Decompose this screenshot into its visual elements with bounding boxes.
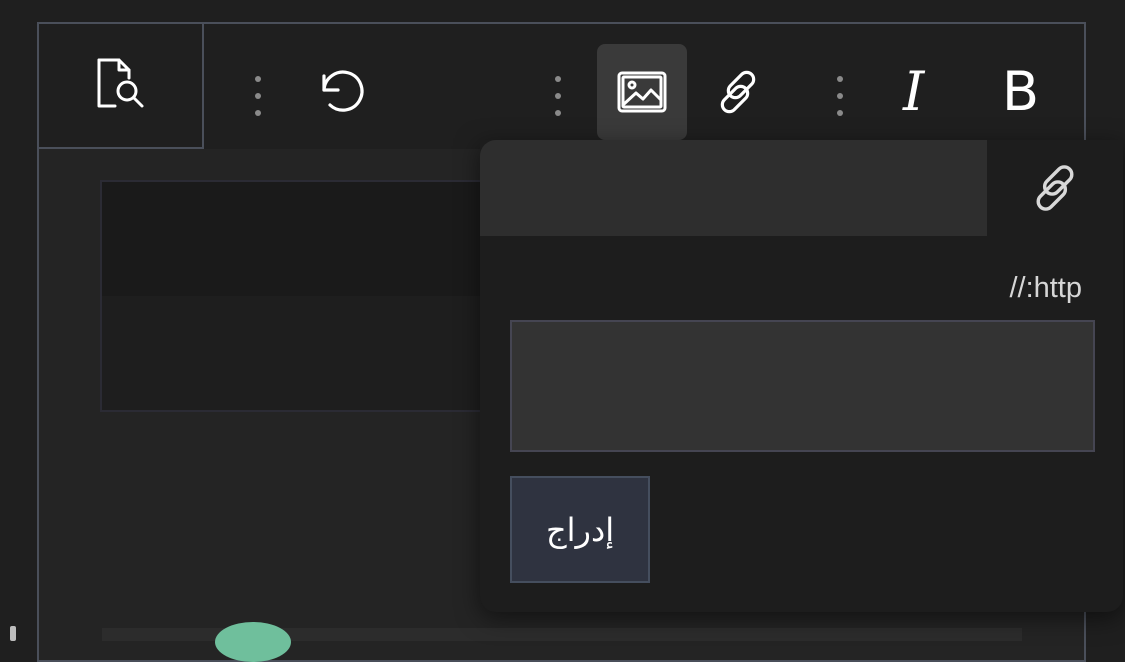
preview-button[interactable] xyxy=(37,22,204,149)
popup-header xyxy=(480,140,987,236)
undo-icon xyxy=(322,70,364,112)
link-icon xyxy=(1036,165,1074,211)
toolbar-separator-icon xyxy=(252,76,264,116)
avatar xyxy=(215,622,291,662)
insert-button[interactable]: إدراج xyxy=(510,476,650,583)
content-placeholder-strip xyxy=(102,182,518,296)
bold-button[interactable]: B xyxy=(1002,65,1039,119)
italic-button[interactable]: I xyxy=(903,65,924,119)
undo-button[interactable] xyxy=(310,60,374,124)
document-search-icon xyxy=(97,58,143,107)
url-label: http:// xyxy=(1009,272,1082,304)
content-placeholder-block xyxy=(100,180,520,412)
insert-image-button[interactable] xyxy=(597,44,687,140)
url-input[interactable] xyxy=(510,320,1095,452)
image-icon xyxy=(617,71,667,113)
scrollbar-thumb[interactable] xyxy=(10,626,16,641)
popup-tab-link[interactable] xyxy=(987,140,1123,236)
link-icon xyxy=(720,70,756,114)
toolbar-separator-icon xyxy=(552,76,564,116)
insert-link-button[interactable] xyxy=(706,60,770,124)
toolbar-separator-icon xyxy=(834,76,846,116)
